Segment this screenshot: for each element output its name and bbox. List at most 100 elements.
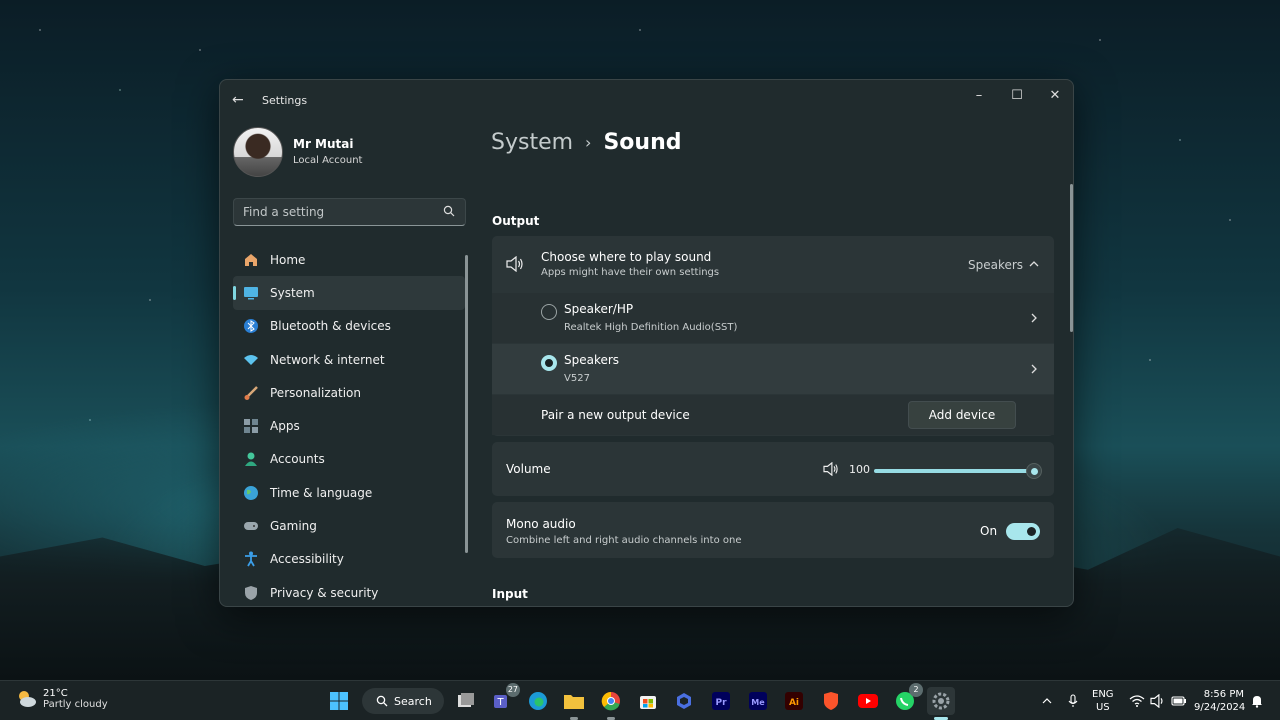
sidebar-item-personalization[interactable]: Personalization [233, 376, 465, 409]
svg-text:Ai: Ai [789, 698, 799, 708]
sidebar-item-network[interactable]: Network & internet [233, 343, 465, 376]
store-icon[interactable] [634, 687, 662, 715]
edge-icon[interactable] [524, 687, 552, 715]
accessibility-icon [242, 550, 260, 568]
copilot-icon[interactable] [670, 687, 698, 715]
sidebar-item-label: Network & internet [270, 352, 385, 367]
choose-output-title: Choose where to play sound [541, 250, 712, 264]
media-encoder-icon[interactable]: Me [744, 687, 772, 715]
toggle-knob [1027, 527, 1036, 536]
search-icon[interactable] [443, 205, 455, 217]
mono-audio-toggle[interactable] [1006, 523, 1040, 540]
task-view-icon[interactable] [452, 687, 480, 715]
choose-output-row[interactable]: Choose where to play sound Apps might ha… [492, 236, 1054, 292]
sidebar-item-label: Time & language [270, 485, 373, 500]
sidebar-item-system[interactable]: System [233, 276, 465, 310]
maximize-button[interactable]: ☐ [998, 84, 1036, 108]
device-detail: Realtek High Definition Audio(SST) [564, 322, 738, 333]
premiere-icon[interactable]: Pr [707, 687, 735, 715]
chrome-icon[interactable] [597, 687, 625, 720]
sidebar-item-apps[interactable]: Apps [233, 409, 465, 442]
sidebar-scrollbar[interactable] [465, 255, 468, 553]
back-arrow-icon[interactable]: ← [232, 92, 248, 108]
search-input[interactable] [243, 205, 433, 219]
svg-text:T: T [496, 697, 504, 708]
mono-audio-title: Mono audio [506, 517, 576, 531]
volume-slider-thumb[interactable] [1026, 463, 1042, 479]
mono-audio-subtitle: Combine left and right audio channels in… [506, 535, 742, 546]
gamepad-icon [242, 517, 260, 535]
battery-icon[interactable] [1171, 681, 1187, 720]
language-line1: ENG [1092, 689, 1114, 700]
device-radio-selected[interactable] [541, 355, 557, 371]
chevron-right-icon[interactable] [1029, 313, 1039, 323]
taskbar-search-button[interactable]: Search [362, 688, 444, 714]
settings-icon[interactable] [927, 687, 955, 720]
sidebar-item-bluetooth[interactable]: Bluetooth & devices [233, 310, 465, 343]
youtube-icon[interactable] [854, 687, 882, 715]
svg-text:Pr: Pr [715, 698, 727, 708]
weather-temp: 21°C [43, 688, 68, 699]
sidebar-item-label: Apps [270, 419, 300, 434]
volume-card: Volume 100 [492, 442, 1054, 496]
microphone-icon[interactable] [1068, 681, 1078, 720]
wifi-icon[interactable] [1129, 681, 1145, 720]
notification-icon[interactable] [1251, 681, 1263, 720]
taskbar: 21°C Partly cloudy Search T 27 Pr Me Ai 2… [0, 680, 1280, 720]
app-title: Settings [262, 94, 308, 107]
output-device-card: Choose where to play sound Apps might ha… [492, 236, 1054, 436]
search-box[interactable] [233, 198, 466, 226]
apps-icon [242, 417, 260, 435]
sidebar-item-label: Home [270, 252, 306, 267]
choose-output-subtitle: Apps might have their own settings [541, 267, 720, 278]
whatsapp-icon[interactable]: 2 [891, 683, 923, 715]
chevron-right-icon[interactable] [1029, 364, 1039, 374]
account-type: Local Account [293, 155, 363, 166]
sidebar-item-accessibility[interactable]: Accessibility [233, 543, 465, 576]
brush-icon [242, 384, 260, 402]
sidebar-item-label: Privacy & security [270, 585, 379, 600]
sidebar-item-label: Gaming [270, 519, 317, 534]
minimize-button[interactable]: – [960, 84, 998, 108]
sidebar-item-gaming[interactable]: Gaming [233, 509, 465, 542]
weather-widget[interactable]: 21°C Partly cloudy [14, 687, 108, 711]
language-indicator[interactable]: ENG US [1092, 688, 1114, 714]
settings-window: ← Settings – ☐ ✕ Mr Mutai Local Account … [219, 79, 1074, 607]
output-device-row[interactable]: Speakers V527 [492, 344, 1054, 394]
volume-slider[interactable] [874, 463, 1042, 479]
sidebar-item-time-language[interactable]: Time & language [233, 476, 465, 509]
system-icon [242, 284, 260, 302]
wifi-icon [242, 351, 260, 369]
close-button[interactable]: ✕ [1036, 84, 1073, 108]
sidebar-item-accounts[interactable]: Accounts [233, 443, 465, 476]
sidebar-item-label: Bluetooth & devices [270, 319, 391, 334]
sidebar-item-home[interactable]: Home [233, 243, 465, 276]
add-device-button[interactable]: Add device [908, 401, 1016, 429]
start-icon[interactable] [325, 687, 353, 715]
breadcrumb-parent[interactable]: System [491, 130, 573, 155]
user-name: Mr Mutai [293, 137, 354, 151]
svg-text:Me: Me [751, 698, 765, 707]
volume-tray-icon[interactable] [1150, 681, 1166, 720]
shield-icon [242, 584, 260, 602]
volume-label: Volume [506, 462, 551, 476]
home-icon [242, 251, 260, 269]
chevron-up-icon[interactable] [1029, 259, 1039, 269]
show-hidden-icons-icon[interactable] [1042, 681, 1052, 720]
device-radio[interactable] [541, 304, 557, 320]
content-scrollbar[interactable] [1070, 184, 1073, 332]
teams-icon[interactable]: T 27 [488, 683, 520, 715]
avatar[interactable] [233, 127, 283, 177]
clock-date: 9/24/2024 [1194, 702, 1246, 713]
title-bar: ← Settings – ☐ ✕ [220, 80, 1073, 120]
illustrator-icon[interactable]: Ai [780, 687, 808, 715]
brave-icon[interactable] [817, 687, 845, 715]
clock[interactable]: 8:56 PM 9/24/2024 [1194, 688, 1246, 714]
file-explorer-icon[interactable] [560, 687, 588, 720]
sidebar-item-privacy[interactable]: Privacy & security [233, 576, 465, 606]
device-name: Speaker/HP [564, 302, 634, 316]
pair-device-label: Pair a new output device [541, 408, 690, 422]
volume-icon[interactable] [822, 462, 840, 476]
sidebar-item-label: Accounts [270, 452, 325, 467]
output-device-row[interactable]: Speaker/HP Realtek High Definition Audio… [492, 293, 1054, 343]
